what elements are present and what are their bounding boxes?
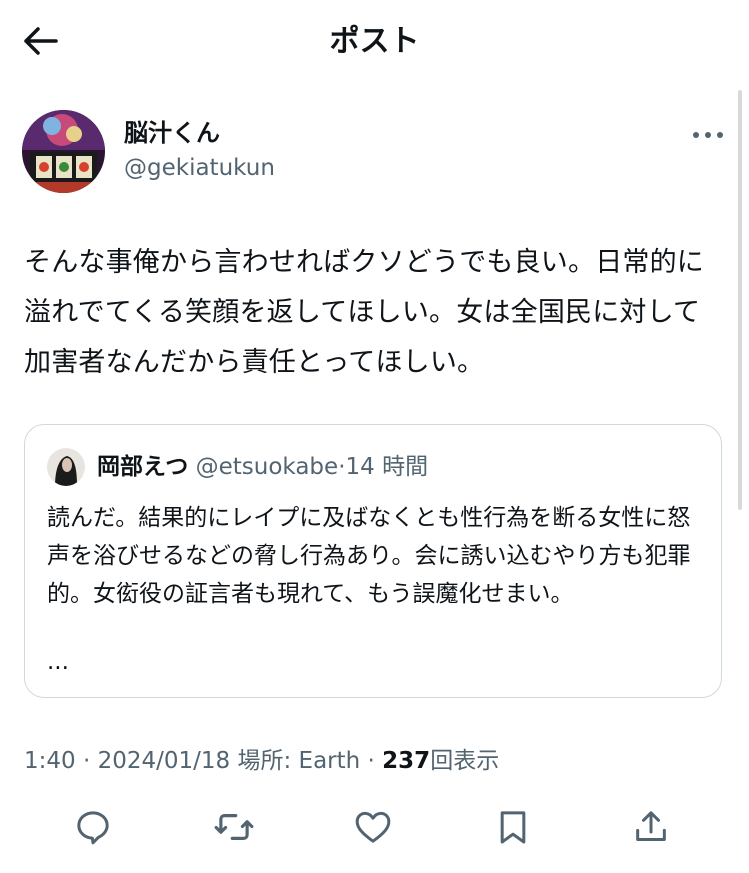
post-time[interactable]: 1:40 — [24, 748, 76, 774]
more-options-button[interactable] — [690, 120, 726, 150]
quote-header: 岡部えつ @etsuokabe·14 時間 — [97, 451, 428, 483]
quote-avatar-image — [47, 448, 85, 486]
tweet-text: そんな事俺から言わせればクソどうでも良い。日常的に溢れでてくる笑顔を返してほしい… — [24, 247, 704, 378]
avatar-image — [22, 110, 105, 193]
post-date[interactable]: 2024/01/18 — [98, 748, 231, 774]
quote-separator: · — [338, 454, 346, 480]
heart-icon — [355, 811, 391, 843]
share-button[interactable] — [628, 804, 674, 850]
meta-separator: · — [75, 748, 98, 774]
quote-tweet-card[interactable]: 岡部えつ @etsuokabe·14 時間 読んだ。結果的にレイプに及ばなくとも… — [24, 424, 722, 698]
reply-icon — [77, 811, 109, 845]
meta-separator: · — [360, 748, 383, 774]
page-title: ポスト — [329, 24, 420, 59]
user-handle[interactable]: @gekiatukun — [124, 152, 275, 184]
post-location: 場所: Earth — [230, 748, 361, 774]
avatar[interactable] — [22, 110, 105, 193]
more-horizontal-icon — [693, 132, 723, 138]
views-label: 回表示 — [430, 748, 500, 774]
bookmark-button[interactable] — [490, 804, 536, 850]
tweet-meta: 1:40 · 2024/01/18 場所: Earth · 237回表示 — [24, 744, 499, 778]
share-icon — [636, 811, 666, 841]
reply-button[interactable] — [70, 804, 116, 850]
retweet-icon — [214, 814, 254, 840]
top-bar: ポスト — [0, 0, 749, 84]
display-name[interactable]: 脳汁くん — [124, 116, 220, 150]
retweet-button[interactable] — [211, 804, 257, 850]
views-count: 237 — [382, 748, 431, 774]
scrollbar[interactable] — [738, 90, 742, 510]
quote-display-name: 岡部えつ — [97, 454, 189, 480]
quote-handle: @etsuokabe — [195, 454, 339, 480]
quote-time: 14 時間 — [345, 454, 429, 480]
quote-text: 読んだ。結果的にレイプに及ばなくとも性行為を断る女性に怒声を浴びせるなどの脅し行… — [47, 505, 691, 607]
quote-ellipsis: ... — [47, 649, 69, 675]
quote-avatar — [47, 448, 85, 486]
like-button[interactable] — [350, 804, 396, 850]
action-bar — [0, 800, 749, 860]
bookmark-icon — [500, 811, 526, 844]
